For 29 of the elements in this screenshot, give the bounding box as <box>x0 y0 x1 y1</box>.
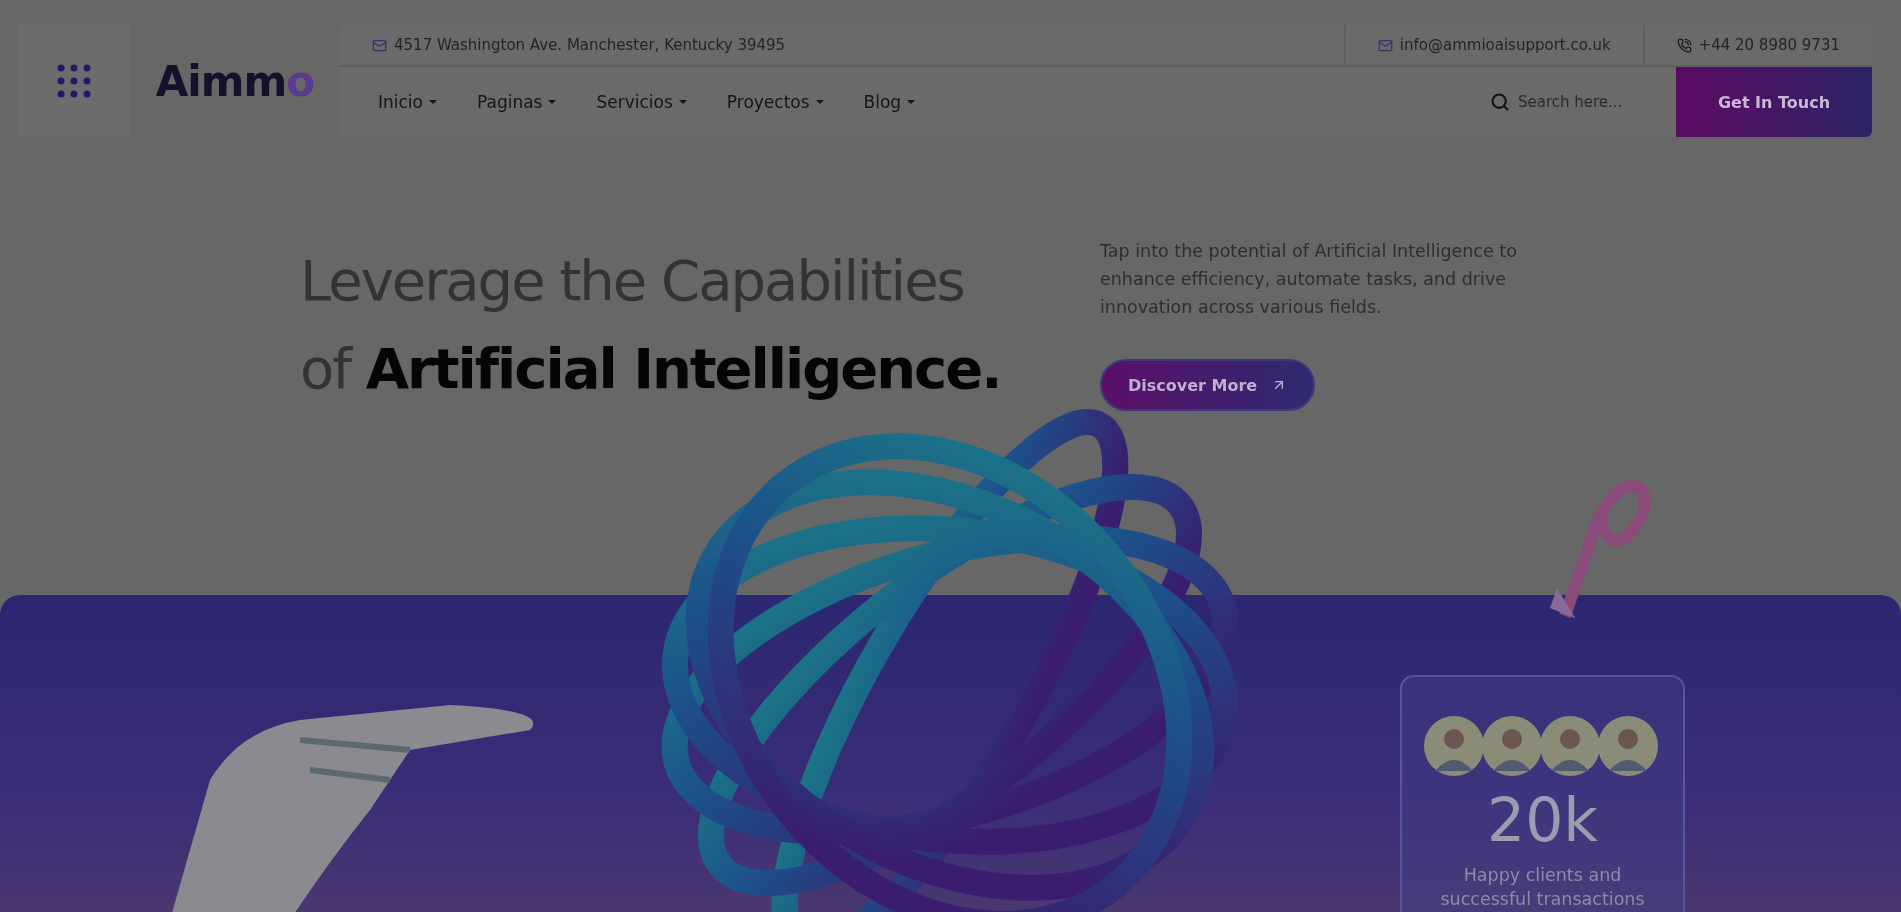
caret-icon <box>815 100 824 104</box>
hero-description: Tap into the potential of Artificial Intelligence to enhance efficiency, automate tasks, and drive innovation across various fields. <box>1100 240 1518 319</box>
stat-label: Happy clients and successful transactions <box>1439 864 1646 911</box>
search-field[interactable]: Search here... <box>1516 92 1626 112</box>
nav-item[interactable]: Blog <box>863 92 916 112</box>
nav-item[interactable]: Servicios <box>596 92 687 112</box>
phone-link[interactable]: +44 20 8980 9731 <box>1698 36 1840 54</box>
address-text: 4517 Washington Ave. Manchester, Kentucky 39495 <box>394 36 786 54</box>
nav-item[interactable]: Paginas <box>477 92 557 112</box>
avatar-icon <box>1480 715 1543 777</box>
avatar-icon <box>1422 715 1485 777</box>
caret-icon <box>429 100 437 104</box>
nav-item[interactable]: Inicio <box>378 92 437 112</box>
stat-value: 20k <box>1486 785 1599 855</box>
phone-icon <box>1676 37 1692 53</box>
email-link[interactable]: info@ammioaisupport.co.uk <box>1399 36 1611 54</box>
mail-icon <box>372 37 387 53</box>
get-in-touch-button[interactable]: Get In Touch <box>1676 67 1872 137</box>
avatar-icon <box>1596 715 1659 777</box>
caret-icon <box>907 100 916 104</box>
menu-button[interactable] <box>17 25 130 137</box>
search-icon <box>1490 92 1510 112</box>
avatar-icon <box>1538 715 1601 777</box>
caret-icon <box>678 100 687 104</box>
mail-icon <box>1377 37 1393 53</box>
discover-more-button[interactable]: Discover More <box>1100 359 1316 411</box>
caret-icon <box>548 100 557 104</box>
nav-item[interactable]: Proyectos <box>726 92 824 112</box>
menu-icon <box>56 64 91 98</box>
